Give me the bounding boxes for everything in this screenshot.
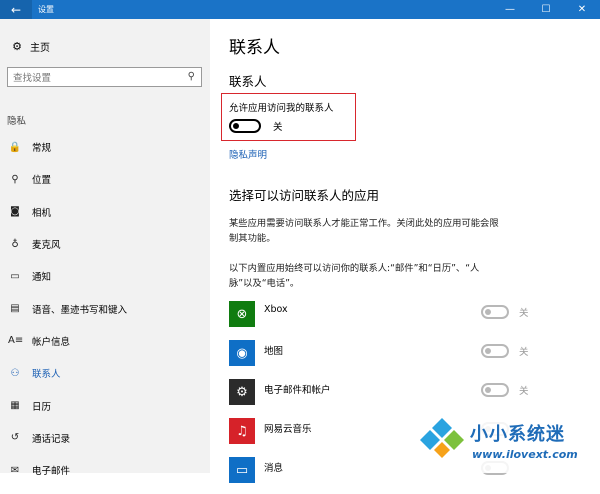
app-name: Xbox <box>264 304 288 315</box>
toggle-knob <box>485 348 491 354</box>
app-name: 地图 <box>264 346 284 357</box>
sidebar-item[interactable]: ↺ 通话记录 <box>0 422 210 454</box>
app-icon: ♫ <box>229 418 255 444</box>
search-input[interactable]: 查找设置 ⚲ <box>7 67 202 87</box>
sidebar: ⚙ 主页 查找设置 ⚲ 隐私 🔒 常规 ⚲ 位置 ◙ 相机 ♁ 麦克风 ▭ 通知 ▤ 语音、墨迹书写和… <box>0 19 210 477</box>
sidebar-item-label: 电子邮件 <box>32 466 71 478</box>
camera-icon: ◙ <box>10 206 20 218</box>
call-history-icon: ↺ <box>10 432 20 444</box>
apps-section-title: 选择可以访问联系人的应用 <box>229 188 380 203</box>
sidebar-item-label: 通话记录 <box>32 433 71 445</box>
close-button[interactable]: ✕ <box>564 0 600 19</box>
calendar-icon: ▦ <box>10 400 20 412</box>
contacts-icon: ⚇ <box>10 367 20 379</box>
app-access-toggle[interactable] <box>481 344 509 358</box>
toggle-knob <box>485 309 491 315</box>
app-toggle-state: 关 <box>519 386 529 397</box>
app-row: ⚙ 电子邮件和帐户 关 <box>229 377 549 416</box>
main-content: 联系人 联系人 允许应用访问我的联系人 关 隐私声明 选择可以访问联系人的应用 … <box>210 19 600 483</box>
location-icon: ⚲ <box>11 173 19 185</box>
builtin-apps-note: 以下内置应用始终可以访问你的联系人:“邮件”和“日历”、“人脉”以及“电话”。 <box>229 263 480 289</box>
toggle-state-label: 关 <box>273 122 283 133</box>
home-label: 主页 <box>30 43 50 54</box>
sidebar-item-label: 相机 <box>32 207 52 219</box>
allow-access-toggle[interactable] <box>229 119 261 133</box>
app-name: 消息 <box>264 463 284 474</box>
back-arrow-icon: ← <box>10 2 22 17</box>
sidebar-item[interactable]: ⚇ 联系人 <box>0 357 210 389</box>
back-button[interactable]: ← <box>0 0 32 19</box>
title-bar: ← 设置 — ☐ ✕ <box>0 0 600 19</box>
email-icon: ✉ <box>10 464 20 476</box>
minimize-button[interactable]: — <box>492 0 528 19</box>
privacy-statement-link[interactable]: 隐私声明 <box>229 147 267 161</box>
app-toggle-state: 关 <box>519 347 529 358</box>
sidebar-item-label: 常规 <box>32 143 52 155</box>
app-access-toggle[interactable] <box>481 305 509 319</box>
sidebar-item[interactable]: ◙ 相机 <box>0 196 210 228</box>
maximize-button[interactable]: ☐ <box>528 0 564 19</box>
sidebar-item-label: 帐户信息 <box>32 336 71 348</box>
account-info-icon: A≡ <box>8 335 24 347</box>
sidebar-item[interactable]: A≡ 帐户信息 <box>0 325 210 357</box>
sidebar-item[interactable]: ⚲ 位置 <box>0 163 210 195</box>
apps-description: 某些应用需要访问联系人才能正常工作。关闭此处的应用可能会限制其功能。 <box>229 218 499 244</box>
app-icon: ◉ <box>229 340 255 366</box>
search-placeholder: 查找设置 <box>13 73 52 84</box>
app-row: ◉ 地图 关 <box>229 338 549 377</box>
section-title: 隐私 <box>7 116 27 127</box>
app-access-toggle[interactable] <box>481 383 509 397</box>
app-name: 网易云音乐 <box>264 424 312 435</box>
window-title: 设置 <box>38 5 54 14</box>
sidebar-item[interactable]: ▦ 日历 <box>0 389 210 421</box>
gear-icon: ⚙ <box>12 40 22 53</box>
sidebar-item[interactable]: ▭ 通知 <box>0 260 210 292</box>
app-toggle-state: 关 <box>519 308 529 319</box>
sidebar-item-label: 联系人 <box>32 369 61 381</box>
speech-icon: ▤ <box>10 303 20 315</box>
lock-icon: 🔒 <box>8 141 22 153</box>
watermark: 小小系统迷 www.ilovext.com <box>414 412 600 473</box>
home-link[interactable]: ⚙ 主页 <box>10 39 50 54</box>
sidebar-item[interactable]: ✉ 电子邮件 <box>0 454 210 486</box>
sidebar-item[interactable]: ♁ 麦克风 <box>0 228 210 260</box>
sidebar-item-label: 位置 <box>32 175 52 187</box>
app-icon: ⚙ <box>229 379 255 405</box>
sidebar-item-label: 通知 <box>32 272 52 284</box>
sidebar-item-label: 麦克风 <box>32 240 61 252</box>
sidebar-nav: 🔒 常规 ⚲ 位置 ◙ 相机 ♁ 麦克风 ▭ 通知 ▤ 语音、墨迹书写和键入 A≡ 帐户信息 ⚇ 联系人 ▦ 日历… <box>0 131 210 486</box>
toggle-knob <box>485 387 491 393</box>
sidebar-item[interactable]: ▤ 语音、墨迹书写和键入 <box>0 292 210 324</box>
contacts-subtitle: 联系人 <box>229 74 267 89</box>
app-icon: ⊗ <box>229 301 255 327</box>
toggle-knob <box>233 123 239 129</box>
search-icon[interactable]: ⚲ <box>188 71 195 82</box>
watermark-logo-icon <box>420 418 464 458</box>
app-row: ⊗ Xbox 关 <box>229 299 549 338</box>
allow-access-label: 允许应用访问我的联系人 <box>229 103 334 114</box>
microphone-icon: ♁ <box>11 238 19 250</box>
app-icon: ▭ <box>229 457 255 483</box>
sidebar-item-label: 日历 <box>32 401 52 413</box>
sidebar-item[interactable]: 🔒 常规 <box>0 131 210 163</box>
watermark-text: 小小系统迷 <box>470 424 565 445</box>
app-name: 电子邮件和帐户 <box>264 385 331 396</box>
notification-icon: ▭ <box>10 270 20 282</box>
page-title: 联系人 <box>229 38 280 58</box>
watermark-url: www.ilovext.com <box>472 448 578 461</box>
sidebar-item-label: 语音、墨迹书写和键入 <box>32 304 128 316</box>
